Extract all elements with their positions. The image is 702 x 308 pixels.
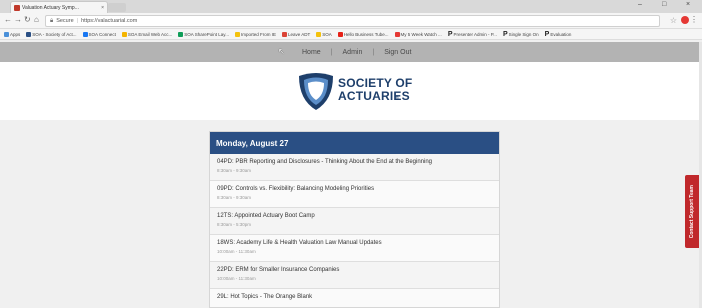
lock-icon: 🔒︎ — [50, 17, 54, 24]
minimize-icon[interactable]: – — [638, 1, 642, 8]
bookmark-favicon-icon — [394, 31, 400, 37]
nav-admin-link[interactable]: Admin — [341, 49, 365, 56]
bookmark-favicon-icon — [316, 31, 322, 37]
contact-support-tab[interactable]: Contact Support Team — [685, 175, 699, 248]
session-row[interactable]: 09PD: Controls vs. Flexibility: Balancin… — [210, 181, 499, 208]
bookmark-item[interactable]: P Single Sign On — [503, 31, 539, 38]
bookmark-favicon-icon — [234, 31, 240, 37]
session-title: 18WS: Academy Life & Health Valuation La… — [217, 240, 382, 246]
session-row[interactable]: 29L: Hot Topics - The Orange Blank — [210, 289, 499, 307]
session-time: 8:30am - 9:30am — [217, 195, 252, 200]
bookmark-favicon-icon — [4, 31, 9, 37]
bookmark-p-icon: P — [544, 30, 550, 38]
session-time: 10:00am - 11:30am — [217, 249, 256, 254]
bookmark-item[interactable]: P Presenter Admin - P... — [448, 31, 497, 38]
reload-icon[interactable]: ↻ — [24, 16, 31, 24]
bookmark-item[interactable]: P Evaluation — [545, 31, 572, 38]
session-row[interactable]: 18WS: Academy Life & Health Valuation La… — [210, 235, 499, 262]
site-favicon-icon — [14, 4, 20, 11]
browser-menu-icon[interactable]: ⋮ — [690, 15, 698, 24]
session-time: 8:30am - 5:30pm — [217, 222, 252, 227]
secure-label: Secure — [56, 18, 74, 24]
maximize-icon[interactable]: □ — [662, 1, 666, 8]
nav-sign-out-link[interactable]: Sign Out — [382, 49, 413, 56]
browser-tab-strip: Valuation Actuary Symp... × – □ × — [0, 0, 702, 13]
site-nav-bar: Home | Admin | Sign Out — [0, 42, 702, 62]
schedule-card: Monday, August 27 04PD: PBR Reporting an… — [209, 131, 500, 308]
bookmark-item[interactable]: My 5 Week Watch ... — [394, 31, 442, 37]
bookmark-favicon-icon — [281, 31, 287, 37]
contact-support-label: Contact Support Team — [689, 184, 695, 239]
session-row[interactable]: 04PD: PBR Reporting and Disclosures - Th… — [210, 154, 499, 181]
logo-wordmark: SOCIETY OF ACTUARIES — [338, 76, 413, 103]
browser-tab[interactable]: Valuation Actuary Symp... × — [10, 1, 108, 13]
bookmark-favicon-icon — [178, 31, 184, 37]
home-icon[interactable]: ⌂ — [34, 16, 39, 24]
bookmark-favicon-icon — [82, 31, 88, 37]
soa-shield-logo-icon — [299, 73, 333, 110]
session-list: 04PD: PBR Reporting and Disclosures - Th… — [210, 154, 499, 307]
tab-close-icon[interactable]: × — [101, 5, 104, 11]
schedule-day-header: Monday, August 27 — [210, 132, 499, 154]
bookmarks-bar: Apps SOA - Society of Act... SOA Connect SO… — [0, 29, 702, 40]
bookmark-item[interactable]: SOA Email Web Acc... — [121, 31, 172, 37]
bookmark-item[interactable]: Leave ADT — [281, 31, 310, 37]
bookmark-item[interactable]: SOA Connect — [82, 31, 116, 37]
bookmark-item[interactable]: Hello Business Tube... — [337, 31, 389, 37]
session-time: 10:00am - 11:30am — [217, 276, 256, 281]
bookmark-item[interactable]: Apps — [4, 31, 20, 37]
session-title: 29L: Hot Topics - The Orange Blank — [217, 294, 313, 300]
tab-title: Valuation Actuary Symp... — [22, 4, 79, 11]
bookmark-item[interactable]: Imported From IE — [234, 31, 276, 37]
browser-toolbar: ← → ↻ ⌂ 🔒︎ Secure | https://valactuarial… — [0, 13, 702, 29]
bookmark-item[interactable]: SOA SharePoint Lay... — [178, 31, 229, 37]
bookmark-favicon-icon — [337, 31, 343, 37]
bookmark-star-icon[interactable]: ☆ — [670, 16, 677, 25]
new-tab-button[interactable] — [108, 3, 126, 12]
session-title: 04PD: PBR Reporting and Disclosures - Th… — [217, 159, 433, 165]
back-arrow-icon[interactable]: ← — [4, 16, 12, 24]
close-window-icon[interactable]: × — [686, 1, 690, 8]
bookmark-item[interactable]: SOA - Society of Act... — [26, 31, 77, 37]
session-title: 09PD: Controls vs. Flexibility: Balancin… — [217, 186, 375, 192]
session-title: 22PD: ERM for Smaller Insurance Companie… — [217, 267, 340, 273]
session-row[interactable]: 12TS: Appointed Actuary Boot Camp 8:30am … — [210, 208, 499, 235]
bookmark-p-icon: P — [502, 30, 508, 38]
bookmark-p-icon: P — [447, 30, 453, 38]
registered-mark: ® — [395, 96, 399, 102]
nav-home-link[interactable]: Home — [300, 49, 323, 56]
session-time: 8:30am - 9:30am — [217, 168, 252, 173]
bookmark-favicon-icon — [26, 31, 32, 37]
address-bar[interactable]: 🔒︎ Secure | https://valactuarial.com — [45, 15, 660, 27]
url-text: https://valactuarial.com — [81, 18, 138, 24]
forward-arrow-icon[interactable]: → — [14, 16, 22, 24]
bookmark-favicon-icon — [121, 31, 127, 37]
session-title: 12TS: Appointed Actuary Boot Camp — [217, 213, 315, 219]
extension-icon[interactable] — [681, 16, 689, 24]
mouse-cursor-icon: ↖ — [278, 47, 285, 56]
bookmark-item[interactable]: SOA — [316, 31, 332, 37]
session-row[interactable]: 22PD: ERM for Smaller Insurance Companie… — [210, 262, 499, 289]
